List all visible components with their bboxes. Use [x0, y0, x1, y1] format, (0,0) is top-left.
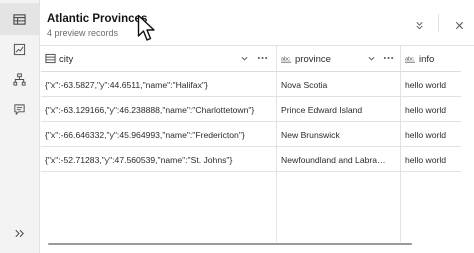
- column-menu-button[interactable]: [254, 49, 270, 67]
- rail-hierarchy-button[interactable]: [0, 63, 39, 95]
- side-rail: [0, 0, 40, 253]
- table-cell-city[interactable]: {"x":-66.646332,"y":45.964993,"name":"Fr…: [41, 122, 277, 147]
- column-divider: [400, 172, 401, 242]
- svg-text:abc: abc: [281, 56, 290, 62]
- sort-button[interactable]: [363, 49, 379, 67]
- ellipsis-icon: [383, 56, 393, 60]
- rail-chart-button[interactable]: [0, 33, 39, 65]
- close-button[interactable]: [450, 16, 468, 34]
- column-header-info[interactable]: abc info: [401, 46, 461, 72]
- table-field-icon: [45, 53, 56, 64]
- close-icon: [455, 21, 463, 29]
- column-menu-button[interactable]: [380, 49, 396, 67]
- chart-icon: [13, 43, 26, 55]
- mouse-pointer-icon: [137, 14, 155, 41]
- table-cell-province[interactable]: Prince Edward Island: [277, 97, 401, 122]
- comment-icon: [14, 103, 25, 115]
- column-header-province[interactable]: abc province: [277, 46, 401, 72]
- table-cell-city[interactable]: {"x":-63.5827,"y":44.6511,"name":"Halifa…: [41, 72, 277, 97]
- table-cell-info[interactable]: hello world: [401, 147, 461, 172]
- collapse-button[interactable]: [410, 16, 428, 34]
- ellipsis-icon: [257, 56, 267, 60]
- rail-expand-button[interactable]: [0, 217, 39, 249]
- svg-text:abc: abc: [405, 56, 414, 62]
- double-chevron-right-icon: [15, 229, 24, 237]
- string-field-icon: abc: [281, 56, 292, 63]
- string-field-icon: abc: [405, 56, 416, 63]
- data-table: city abc province abc info {"x":-63.5827…: [41, 46, 461, 242]
- table-cell-province[interactable]: Nova Scotia: [277, 72, 401, 97]
- column-header-city[interactable]: city: [41, 46, 277, 72]
- hierarchy-icon: [13, 72, 26, 86]
- table-icon: [13, 13, 26, 25]
- panel-title: Atlantic Provinces: [47, 13, 148, 25]
- table-cell-province[interactable]: Newfoundland and Labra…: [277, 147, 401, 172]
- chevron-down-icon: [367, 56, 375, 60]
- column-label: city: [59, 54, 74, 65]
- horizontal-scrollbar[interactable]: [48, 243, 412, 245]
- chevron-down-icon: [240, 56, 248, 60]
- table-cell-info[interactable]: hello world: [401, 122, 461, 147]
- sort-button[interactable]: [236, 49, 252, 67]
- table-cell-province[interactable]: New Brunswick: [277, 122, 401, 147]
- rail-comment-button[interactable]: [0, 93, 39, 125]
- column-label: province: [295, 54, 331, 65]
- column-divider: [276, 172, 277, 242]
- table-cell-info[interactable]: hello world: [401, 72, 461, 97]
- table-cell-city[interactable]: {"x":-52.71283,"y":47.560539,"name":"St.…: [41, 147, 277, 172]
- column-label: info: [419, 54, 435, 65]
- panel-header: Atlantic Provinces 4 preview records: [40, 0, 474, 46]
- rail-table-button[interactable]: [0, 3, 39, 35]
- table-cell-city[interactable]: {"x":-63.129166,"y":46.238888,"name":"Ch…: [41, 97, 277, 122]
- table-cell-info[interactable]: hello world: [401, 97, 461, 122]
- record-count: 4 preview records: [47, 28, 119, 38]
- double-chevron-down-icon: [415, 21, 423, 29]
- header-divider: [438, 14, 439, 32]
